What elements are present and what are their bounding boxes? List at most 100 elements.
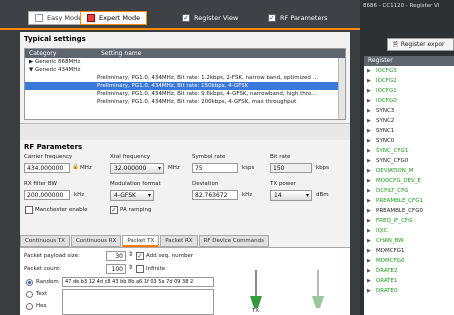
setting-row-selected[interactable]: Preliminary, PG1.0, 434MHz, Bit rate: 15…: [25, 82, 345, 90]
tab-packet-tx[interactable]: Packet TX: [122, 235, 160, 247]
setting-row[interactable]: Preliminary, PG1.0, 434MHz, Bit rate: 9.…: [25, 90, 345, 98]
hex-radio[interactable]: [26, 303, 33, 310]
add-seq-number-label: Add seq. number: [146, 253, 194, 259]
register-export-button[interactable]: 🗎 Register expor: [387, 38, 454, 51]
register-list: Register IOCFG3IOCFG2IOCFG1IOCFG0SYNC3SY…: [364, 56, 454, 315]
category-group-868[interactable]: ▶ Generic 868MHz: [25, 58, 345, 66]
payload-size-input[interactable]: 30: [106, 251, 126, 261]
register-row[interactable]: MDMCFG0: [364, 256, 454, 266]
chevron-down-icon: ▾: [147, 192, 151, 199]
setting-name-column-header: Setting name: [101, 50, 142, 57]
register-row[interactable]: PREAMBLE_CFG0: [364, 206, 454, 216]
register-row[interactable]: CHAN_BW: [364, 236, 454, 246]
tab-rf-device-commands[interactable]: RF Device Commands: [198, 235, 270, 247]
expert-mode-tab[interactable]: Expert Mode: [80, 11, 148, 25]
register-row[interactable]: IOCFG3: [364, 66, 454, 76]
rx-filter-bw-label: RX filter BW: [24, 181, 57, 187]
tab-continuous-rx[interactable]: Continuous RX: [70, 235, 122, 247]
lock-icon: 🔒: [72, 164, 79, 170]
category-group-434[interactable]: ▼ Generic 434MHz: [25, 66, 345, 74]
register-row[interactable]: DCFILT_CFG: [364, 186, 454, 196]
pa-ramping-label: PA ramping: [120, 207, 152, 213]
bit-rate-value: 150: [270, 163, 312, 173]
register-row[interactable]: SYNC1: [364, 126, 454, 136]
setting-row[interactable]: Preliminary, PG1.0, 434MHz, Bit rate: 1.…: [25, 74, 345, 82]
rx-filter-bw-unit: kHz: [74, 192, 85, 198]
register-row[interactable]: IOCFG0: [364, 96, 454, 106]
symbol-rate-label: Symbol rate: [192, 154, 226, 160]
register-row[interactable]: PREAMBLE_CFG1: [364, 196, 454, 206]
text-radio[interactable]: [26, 291, 33, 298]
mode-tab-bar: Easy Mode Expert Mode ✓ Register View ✓ …: [0, 0, 360, 30]
xtal-frequency-select[interactable]: 32.000000 ▾: [110, 163, 164, 174]
manchester-enable-checkbox[interactable]: ✓: [25, 206, 33, 214]
tab-continuous-tx[interactable]: Continuous TX: [20, 235, 70, 247]
pa-ramping-checkbox[interactable]: ✓: [110, 206, 118, 214]
modulation-format-select[interactable]: 4-GFSK ▾: [110, 190, 154, 201]
carrier-frequency-input[interactable]: 434.000000: [24, 163, 70, 173]
main-panel: Typical settings Category Setting name ▶…: [20, 32, 350, 315]
rf-parameters-toggle[interactable]: ✓ RF Parameters: [262, 11, 334, 25]
typical-settings-header: Category Setting name: [25, 49, 345, 58]
bit-rate-unit: kbps: [316, 165, 330, 171]
packet-count-input[interactable]: 100: [106, 264, 126, 274]
rf-parameters-checkbox[interactable]: ✓: [268, 14, 276, 22]
payload-size-stepper[interactable]: ⇕: [128, 251, 133, 258]
tx-power-value: 14: [274, 192, 282, 199]
random-label: Random: [36, 279, 59, 285]
register-row[interactable]: DRATE2: [364, 266, 454, 276]
typical-settings-scrollbar[interactable]: [338, 58, 345, 119]
test-tabs: Continuous TX Continuous RX Packet TX Pa…: [20, 235, 350, 247]
expert-mode-label: Expert Mode: [99, 14, 141, 22]
register-row[interactable]: DRATE1: [364, 276, 454, 286]
register-row[interactable]: SYNC3: [364, 106, 454, 116]
random-radio[interactable]: [26, 279, 33, 286]
register-view-toggle[interactable]: ✓ Register View: [176, 11, 244, 25]
easy-mode-label: Easy Mode: [47, 14, 83, 22]
register-view-title: 8686 - CC1120 - Register Vi: [363, 3, 440, 9]
rx-filter-bw-input[interactable]: 200.000000: [24, 190, 70, 200]
infinite-checkbox[interactable]: ✓: [136, 265, 144, 273]
modulation-format-value: 4-GFSK: [114, 192, 136, 199]
register-row[interactable]: FREQ_IF_CFG: [364, 216, 454, 226]
hex-label: Hex: [36, 303, 47, 309]
tx-power-select[interactable]: 14 ▾: [270, 190, 312, 201]
register-row[interactable]: MDMCFG1: [364, 246, 454, 256]
deviation-input[interactable]: 82.763672: [192, 190, 238, 200]
typical-settings-title: Typical settings: [24, 35, 86, 43]
tab-packet-rx[interactable]: Packet RX: [160, 235, 198, 247]
category-column-header: Category: [29, 50, 57, 57]
manchester-enable-label: Manchester enable: [35, 207, 88, 213]
register-view-checkbox[interactable]: ✓: [182, 14, 190, 22]
register-row[interactable]: SYNC_CFG0: [364, 156, 454, 166]
setting-row[interactable]: Preliminary, PG1.0, 434MHz, Bit rate: 20…: [25, 98, 345, 106]
register-row[interactable]: IOCFG2: [364, 76, 454, 86]
payload-text-area[interactable]: [62, 289, 214, 315]
deviation-unit: kHz: [242, 192, 253, 198]
packet-count-stepper[interactable]: ⇕: [128, 264, 133, 271]
register-row[interactable]: DRATE0: [364, 286, 454, 296]
tx-antenna-icon[interactable]: [248, 270, 264, 310]
payload-size-label: Packet payload size:: [24, 253, 80, 259]
expert-mode-icon: [87, 14, 95, 22]
register-view-label: Register View: [194, 14, 239, 22]
typical-settings-panel: Typical settings Category Setting name ▶…: [20, 32, 350, 124]
text-label: Text: [36, 291, 48, 297]
infinite-label: Infinite: [146, 266, 166, 272]
register-row[interactable]: DEVIATION_M: [364, 166, 454, 176]
register-row[interactable]: IOCFG1: [364, 86, 454, 96]
register-row[interactable]: IQIC: [364, 226, 454, 236]
register-row[interactable]: SYNC_CFG1: [364, 146, 454, 156]
random-payload-field: 47 de b3 12 4d c8 43 bb 8b a6 1f 03 5a 7…: [62, 277, 214, 287]
tx-power-unit: dBm: [316, 192, 329, 198]
typical-settings-table: Category Setting name ▶ Generic 868MHz ▼…: [24, 48, 346, 120]
register-row[interactable]: SYNC0: [364, 136, 454, 146]
modulation-format-label: Modulation format: [110, 181, 161, 187]
symbol-rate-input[interactable]: 75: [192, 163, 238, 173]
tx-power-label: TX power: [270, 181, 296, 187]
rf-parameters-title: RF Parameters: [24, 143, 83, 151]
add-seq-number-checkbox[interactable]: ✓: [136, 252, 144, 260]
xtal-frequency-value: 32.000000: [114, 165, 147, 172]
register-row[interactable]: SYNC2: [364, 116, 454, 126]
register-row[interactable]: MODCFG_DEV_E: [364, 176, 454, 186]
